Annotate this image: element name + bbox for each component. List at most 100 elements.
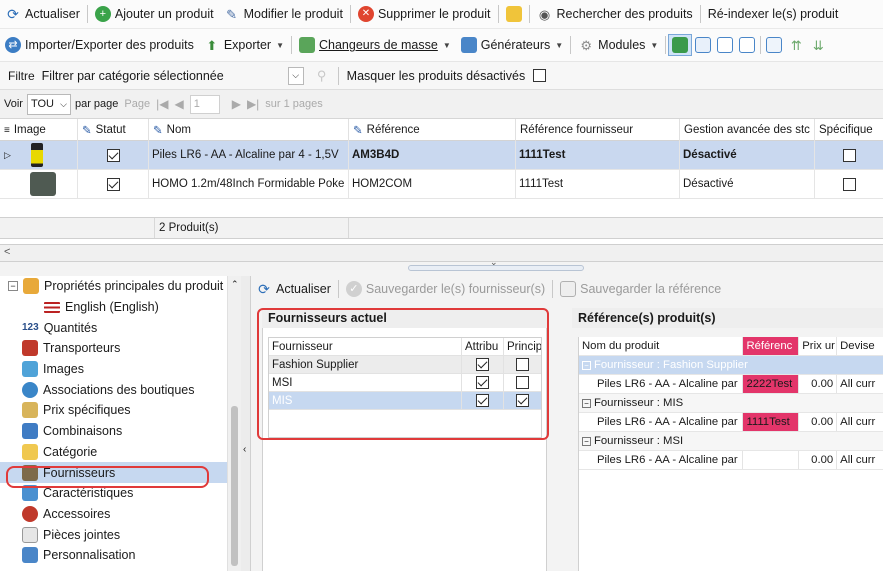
table-row[interactable]: HOMO 1.2m/48Inch Formidable Poke HOM2COM…: [0, 170, 883, 199]
filter-clear-icon[interactable]: ⚲: [314, 68, 330, 84]
scroll-up-icon[interactable]: ⌃: [231, 279, 239, 290]
specific-checkbox[interactable]: [842, 177, 856, 191]
category-filter-select[interactable]: Filtrer par catégorie sélectionnée ⌵: [41, 66, 308, 86]
collapse-left-icon[interactable]: ‹: [243, 444, 246, 455]
column-header-unit-price[interactable]: Prix ur: [799, 337, 838, 355]
row-status-cell[interactable]: [78, 170, 149, 199]
search-products-button[interactable]: ◉ Rechercher des produits: [532, 3, 698, 25]
column-header-name[interactable]: ✎ Nom: [149, 119, 349, 141]
scroll-left-icon[interactable]: <: [4, 246, 10, 258]
supplier-group-row[interactable]: − Fournisseur : Fashion Supplier: [579, 356, 883, 375]
view-split-button[interactable]: [668, 34, 693, 56]
reference-cell[interactable]: 1111Test: [743, 413, 800, 431]
column-header-advanced-stock[interactable]: Gestion avancée des stc: [680, 119, 815, 141]
row-reference-cell[interactable]: HOM2COM: [349, 170, 516, 199]
view-columns-button[interactable]: [736, 34, 758, 56]
tree-scrollbar[interactable]: ⌃: [227, 276, 241, 571]
hide-disabled-checkbox[interactable]: [533, 69, 547, 82]
chevron-down-icon[interactable]: ⌄: [490, 257, 498, 268]
tree-root-item[interactable]: − Propriétés principales du produit: [0, 276, 240, 297]
tree-item-attachments[interactable]: Pièces jointes: [0, 524, 240, 545]
reference-cell[interactable]: 2222Test: [743, 375, 800, 393]
column-header-reference[interactable]: Référenc: [743, 337, 800, 355]
row-advanced-stock-cell[interactable]: Désactivé: [680, 170, 815, 199]
currency-cell[interactable]: All curr: [837, 451, 883, 469]
tree-item-shop-associations[interactable]: Associations des boutiques: [0, 379, 240, 400]
export-button[interactable]: ⬆ Exporter ▼: [199, 34, 289, 56]
tree-item-quantities[interactable]: 123 Quantités: [0, 317, 240, 338]
column-header-reference[interactable]: ✎ Référence: [349, 119, 516, 141]
column-header-supplier-reference[interactable]: Référence fournisseur: [516, 119, 680, 141]
modules-button[interactable]: ⚙ Modules ▼: [573, 34, 663, 56]
tree-item-english[interactable]: English (English): [0, 297, 240, 318]
tree-item-category[interactable]: Catégorie: [0, 442, 240, 463]
price-cell[interactable]: 0.00: [799, 451, 838, 469]
price-cell[interactable]: 0.00: [799, 375, 838, 393]
mass-changers-button[interactable]: Changeurs de masse ▼: [294, 34, 456, 56]
collapse-icon[interactable]: −: [8, 281, 18, 292]
row-status-cell[interactable]: [78, 141, 149, 170]
row-specific-cell[interactable]: [815, 170, 883, 199]
collapse-icon[interactable]: −: [582, 360, 591, 370]
tree-item-carriers[interactable]: Transporteurs: [0, 338, 240, 359]
reference-row[interactable]: Piles LR6 - AA - Alcaline par 1111Test 0…: [579, 413, 883, 432]
next-page-icon[interactable]: ▶: [232, 97, 241, 111]
save-reference-button[interactable]: Sauvegarder la référence: [555, 278, 726, 300]
column-header-image[interactable]: ≡ Image: [0, 119, 78, 141]
first-page-icon[interactable]: |◀: [156, 97, 168, 111]
reference-cell[interactable]: [743, 451, 800, 469]
reference-row[interactable]: Piles LR6 - AA - Alcaline par 2222Test 0…: [579, 375, 883, 394]
price-cell[interactable]: 0.00: [799, 413, 838, 431]
tree-item-images[interactable]: Images: [0, 359, 240, 380]
row-advanced-stock-cell[interactable]: Désactivé: [680, 141, 815, 170]
column-header-status[interactable]: ✎ Statut: [78, 119, 149, 141]
tree-item-customization[interactable]: Personnalisation: [0, 545, 240, 566]
reindex-button[interactable]: Ré-indexer le(s) produit: [703, 3, 844, 25]
import-export-button[interactable]: ⇄ Importer/Exporter des produits: [0, 34, 199, 56]
collapse-icon[interactable]: −: [582, 398, 591, 408]
last-page-icon[interactable]: ▶|: [247, 97, 259, 111]
previous-page-icon[interactable]: ◀: [174, 97, 183, 111]
sort-desc-button[interactable]: ⇊: [807, 34, 829, 56]
tree-item-accessories[interactable]: Accessoires: [0, 504, 240, 525]
page-input[interactable]: 1: [189, 94, 220, 114]
currency-cell[interactable]: All curr: [837, 375, 883, 393]
detail-refresh-button[interactable]: ⟳ Actualiser: [251, 278, 336, 300]
vertical-splitter[interactable]: ‹: [241, 276, 251, 571]
reference-row[interactable]: Piles LR6 - AA - Alcaline par 0.00 All c…: [579, 451, 883, 470]
supplier-group-row[interactable]: − Fournisseur : MIS: [579, 394, 883, 413]
horizontal-scrollbar[interactable]: <: [0, 245, 883, 262]
panel-splitter[interactable]: [552, 308, 566, 571]
save-suppliers-button[interactable]: ✓ Sauvegarder le(s) fournisseur(s): [341, 278, 550, 300]
currency-cell[interactable]: All curr: [837, 413, 883, 431]
collapse-icon[interactable]: −: [582, 436, 591, 446]
scrollbar-thumb[interactable]: [231, 406, 238, 566]
supplier-group-row[interactable]: − Fournisseur : MSI: [579, 432, 883, 451]
specific-checkbox[interactable]: [842, 148, 856, 162]
row-specific-cell[interactable]: [815, 141, 883, 170]
edit-product-button[interactable]: ✎ Modifier le produit: [219, 3, 348, 25]
table-row[interactable]: ▷ Piles LR6 - AA - Alcaline par 4 - 1,5V…: [0, 141, 883, 170]
row-supplier-reference-cell[interactable]: 1111Test: [516, 141, 680, 170]
add-product-button[interactable]: + Ajouter un produit: [90, 3, 219, 25]
row-reference-cell[interactable]: AM3B4D: [349, 141, 516, 170]
delete-product-button[interactable]: ✕ Supprimer le produit: [353, 3, 496, 25]
view-grid-button[interactable]: [692, 34, 714, 56]
sort-asc-button[interactable]: ⇈: [785, 34, 807, 56]
generators-button[interactable]: Générateurs ▼: [456, 34, 568, 56]
column-header-product-name[interactable]: Nom du produit: [579, 337, 744, 355]
tree-item-specific-prices[interactable]: Prix spécifiques: [0, 400, 240, 421]
column-header-currency[interactable]: Devise: [837, 337, 883, 355]
per-page-select[interactable]: TOU ⌵: [26, 93, 71, 115]
tree-item-combinations[interactable]: Combinaisons: [0, 421, 240, 442]
row-supplier-reference-cell[interactable]: 1111Test: [516, 170, 680, 199]
clear-button[interactable]: [501, 3, 527, 25]
row-name-cell[interactable]: HOMO 1.2m/48Inch Formidable Poke: [149, 170, 349, 199]
refresh-button[interactable]: ⟳ Actualiser: [0, 3, 85, 25]
view-tiles-button[interactable]: [714, 34, 736, 56]
row-name-cell[interactable]: Piles LR6 - AA - Alcaline par 4 - 1,5V: [149, 141, 349, 170]
status-checkbox[interactable]: [106, 177, 120, 191]
status-checkbox[interactable]: [106, 148, 120, 162]
layout-button[interactable]: [763, 34, 785, 56]
column-header-specific[interactable]: Spécifique: [815, 119, 883, 141]
